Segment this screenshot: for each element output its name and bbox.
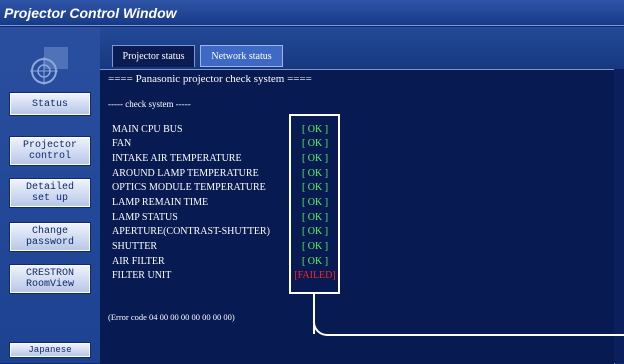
check-name-around-lamp-temperature: AROUND LAMP TEMPERATURE bbox=[112, 168, 259, 179]
check-name-main-cpu-bus: MAIN CPU BUS bbox=[112, 124, 183, 135]
check-name-filter-unit: FILTER UNIT bbox=[112, 270, 172, 281]
check-name-lamp-status: LAMP STATUS bbox=[112, 212, 178, 223]
error-code: (Error code 04 00 00 00 00 00 00 00) bbox=[108, 312, 235, 322]
language-japanese-button[interactable]: Japanese bbox=[9, 342, 91, 358]
main-panel: Projector status Network status ==== Pan… bbox=[100, 27, 624, 364]
projector-logo-icon bbox=[30, 47, 68, 85]
sidebar-item-status[interactable]: Status bbox=[9, 92, 91, 116]
status-content: ==== Panasonic projector check system ==… bbox=[100, 69, 615, 364]
check-name-shutter: SHUTTER bbox=[112, 241, 157, 252]
tab-network-status[interactable]: Network status bbox=[200, 45, 283, 67]
window-title: Projector Control Window bbox=[0, 0, 624, 26]
results-highlight-box bbox=[289, 114, 340, 294]
tab-bar: Projector status Network status bbox=[100, 27, 624, 69]
check-system-subheader: ----- check system ----- bbox=[108, 99, 191, 109]
check-name-intake-air-temperature: INTAKE AIR TEMPERATURE bbox=[112, 153, 242, 164]
tab-projector-status[interactable]: Projector status bbox=[112, 45, 195, 67]
check-name-aperture: APERTURE(CONTRAST-SHUTTER) bbox=[112, 226, 270, 237]
sidebar-item-detailed-setup[interactable]: Detailed set up bbox=[9, 178, 91, 208]
sidebar-item-projector-control[interactable]: Projector control bbox=[9, 136, 91, 166]
sidebar-item-change-password[interactable]: Change password bbox=[9, 222, 91, 252]
sidebar-item-crestron-roomview[interactable]: CRESTRON RoomView bbox=[9, 264, 91, 294]
callout-line-horizontal bbox=[327, 334, 624, 336]
check-name-lamp-remain-time: LAMP REMAIN TIME bbox=[112, 197, 209, 208]
check-name-fan: FAN bbox=[112, 138, 132, 149]
divider bbox=[614, 69, 624, 363]
check-name-air-filter: AIR FILTER bbox=[112, 256, 165, 267]
check-system-header: ==== Panasonic projector check system ==… bbox=[108, 73, 312, 85]
sidebar: Status Projector control Detailed set up… bbox=[0, 27, 100, 363]
check-name-optics-module-temperature: OPTICS MODULE TEMPERATURE bbox=[112, 182, 266, 193]
